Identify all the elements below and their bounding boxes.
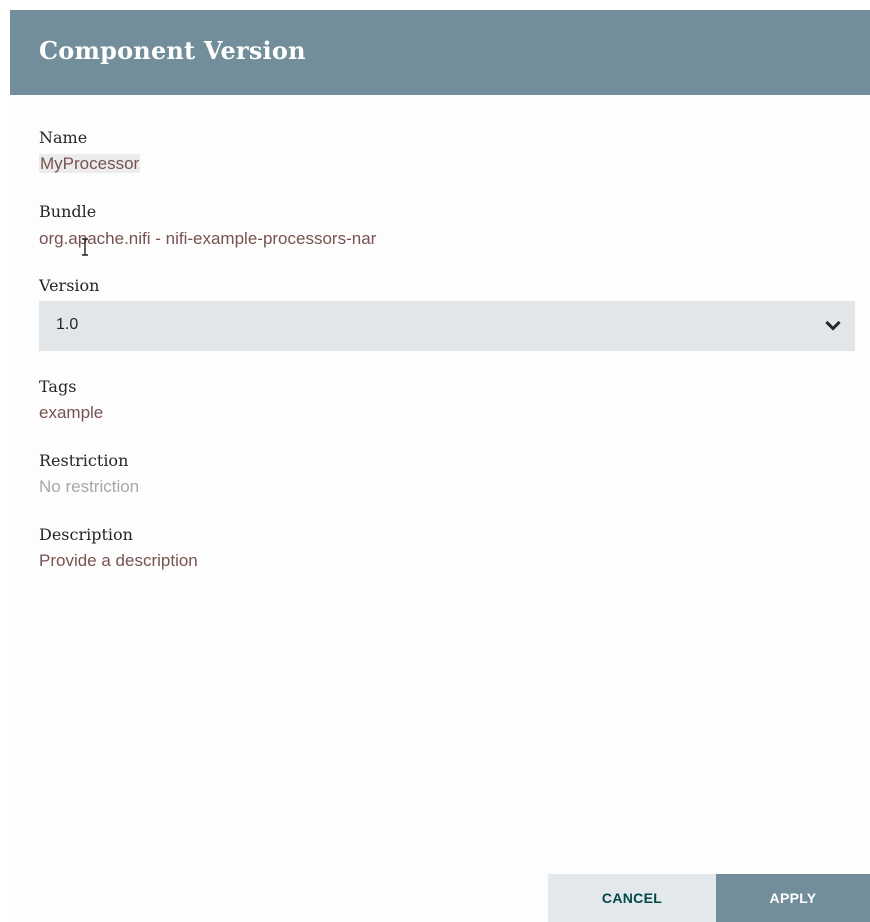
version-label: Version [39, 276, 100, 295]
name-label: Name [39, 128, 88, 147]
cancel-button[interactable]: CANCEL [548, 874, 716, 922]
dialog-header: Component Version [10, 10, 870, 95]
restriction-label: Restriction [39, 451, 129, 470]
dialog-title: Component Version [39, 36, 306, 65]
chevron-down-icon[interactable] [825, 318, 841, 334]
bundle-label: Bundle [39, 202, 97, 221]
version-selected-value: 1.0 [56, 316, 79, 333]
restriction-value: No restriction [39, 477, 140, 496]
apply-button[interactable]: APPLY [716, 874, 870, 922]
bundle-value: org.apache.nifi - nifi-example-processor… [39, 229, 377, 248]
tags-label: Tags [39, 377, 77, 396]
description-value: Provide a description [39, 551, 198, 570]
description-label: Description [39, 525, 133, 544]
tags-value: example [39, 403, 104, 422]
version-select[interactable]: 1.0 [39, 301, 855, 351]
component-version-dialog: Component Version Name MyProcessor Bundl… [10, 10, 870, 922]
name-value-text: MyProcessor [39, 154, 141, 173]
text-cursor-icon [82, 238, 88, 256]
name-value: MyProcessor [39, 154, 141, 174]
